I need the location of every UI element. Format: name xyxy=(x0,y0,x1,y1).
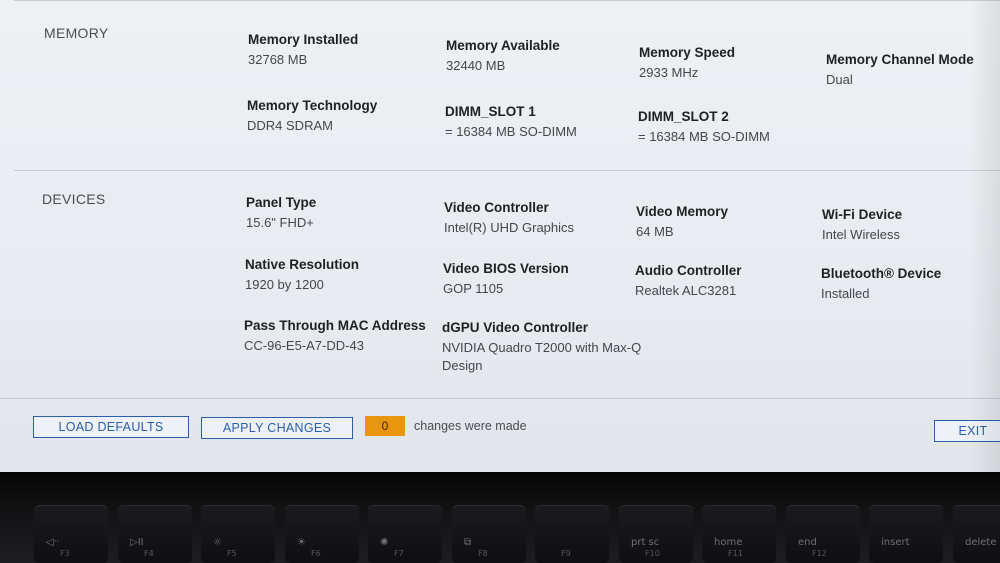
keyboard-key: ▷II F4 xyxy=(118,505,192,563)
keyboard-key: ✺ F7 xyxy=(368,505,442,563)
apply-changes-button[interactable]: APPLY CHANGES xyxy=(201,417,353,439)
bluetooth-device: Bluetooth® Device Installed xyxy=(821,266,1000,303)
keyboard-key: ☀ F6 xyxy=(285,505,359,563)
mute-icon: ◁ᐧᐧ xyxy=(46,537,59,548)
bios-screen: MEMORY Memory Installed 32768 MB Memory … xyxy=(0,0,1000,472)
video-bios-version-label: Video BIOS Version xyxy=(443,261,569,276)
video-controller-label: Video Controller xyxy=(444,200,549,215)
fn-key-label: F6 xyxy=(311,549,321,558)
dimm-slot-2-value: = 16384 MB SO-DIMM xyxy=(638,129,770,144)
keyboard-key: insert xyxy=(869,505,943,563)
memory-available-value: 32440 MB xyxy=(446,58,506,73)
devices-section-label: DEVICES xyxy=(42,191,106,207)
dgpu-video-controller: dGPU Video Controller NVIDIA Quadro T200… xyxy=(442,320,642,375)
memory-technology: Memory Technology DDR4 SDRAM xyxy=(247,98,447,135)
keyboard-key: delete xyxy=(953,505,1000,563)
panel-type-label: Panel Type xyxy=(246,195,317,210)
native-resolution-value: 1920 by 1200 xyxy=(245,277,324,292)
video-memory: Video Memory 64 MB xyxy=(636,204,836,241)
memory-installed-value: 32768 MB xyxy=(248,52,308,67)
display-switch-icon: ⧉ xyxy=(464,537,472,548)
keyboard-key: ⧉ F8 xyxy=(452,505,526,563)
dimm-slot-1-label: DIMM_SLOT 1 xyxy=(445,104,536,119)
end-icon: end xyxy=(798,537,817,548)
section-divider xyxy=(14,170,1000,171)
memory-technology-label: Memory Technology xyxy=(247,98,378,113)
home-icon: home xyxy=(714,537,743,548)
dgpu-video-controller-label: dGPU Video Controller xyxy=(442,320,589,335)
memory-installed-label: Memory Installed xyxy=(248,32,359,47)
memory-speed: Memory Speed 2933 MHz xyxy=(639,45,839,82)
dgpu-video-controller-value: NVIDIA Quadro T2000 with Max-Q Design xyxy=(442,340,642,373)
memory-technology-value: DDR4 SDRAM xyxy=(247,118,333,133)
keyboard-key: end F12 xyxy=(786,505,860,563)
fn-key-label: F5 xyxy=(227,549,237,558)
top-divider xyxy=(14,0,1000,1)
panel-type-value: 15.6" FHD+ xyxy=(246,215,314,230)
memory-available: Memory Available 32440 MB xyxy=(446,38,646,75)
exit-button[interactable]: EXIT xyxy=(934,420,1000,442)
brightness-down-icon: ☼ xyxy=(213,537,222,548)
mac-address-label: Pass Through MAC Address xyxy=(244,318,426,333)
memory-channel-mode: Memory Channel Mode Dual xyxy=(826,52,1000,89)
brightness-up-icon: ✺ xyxy=(380,537,389,548)
dimm-slot-1-value: = 16384 MB SO-DIMM xyxy=(445,124,577,139)
video-memory-value: 64 MB xyxy=(636,224,674,239)
load-defaults-button[interactable]: LOAD DEFAULTS xyxy=(33,416,189,438)
fn-key-label: F8 xyxy=(478,549,488,558)
video-bios-version: Video BIOS Version GOP 1105 xyxy=(443,261,643,298)
fn-key-label: F9 xyxy=(561,549,571,558)
panel-type: Panel Type 15.6" FHD+ xyxy=(246,195,446,232)
memory-speed-value: 2933 MHz xyxy=(639,65,699,80)
dimm-slot-1: DIMM_SLOT 1 = 16384 MB SO-DIMM xyxy=(445,104,645,141)
wifi-device-label: Wi-Fi Device xyxy=(822,207,903,222)
video-bios-version-value: GOP 1105 xyxy=(443,281,504,296)
audio-controller-value: Realtek ALC3281 xyxy=(635,283,737,298)
audio-controller-label: Audio Controller xyxy=(635,263,742,278)
video-controller: Video Controller Intel(R) UHD Graphics xyxy=(444,200,644,237)
fn-key-label: F10 xyxy=(645,549,660,558)
fn-key-label: F11 xyxy=(728,549,743,558)
memory-speed-label: Memory Speed xyxy=(639,45,736,60)
native-resolution-label: Native Resolution xyxy=(245,257,360,272)
memory-available-label: Memory Available xyxy=(446,38,560,53)
keyboard-key: ☼ F5 xyxy=(201,505,275,563)
memory-channel-mode-value: Dual xyxy=(826,72,853,87)
changes-count-badge: 0 xyxy=(365,416,405,436)
audio-controller: Audio Controller Realtek ALC3281 xyxy=(635,263,835,300)
delete-icon: delete xyxy=(965,537,997,548)
keyboard-key: F9 xyxy=(535,505,609,563)
bluetooth-device-label: Bluetooth® Device xyxy=(821,266,942,281)
play-pause-icon: ▷II xyxy=(130,537,144,548)
dimm-slot-2: DIMM_SLOT 2 = 16384 MB SO-DIMM xyxy=(638,109,838,146)
video-memory-label: Video Memory xyxy=(636,204,729,219)
fn-key-label: F7 xyxy=(394,549,404,558)
dimm-slot-2-label: DIMM_SLOT 2 xyxy=(638,109,729,124)
print-screen-icon: prt sc xyxy=(631,537,660,548)
keyboard-key: home F11 xyxy=(702,505,776,563)
mac-address: Pass Through MAC Address CC-96-E5-A7-DD-… xyxy=(244,318,444,355)
wifi-device: Wi-Fi Device Intel Wireless xyxy=(822,207,1000,244)
keyboard-key: ◁ᐧᐧ F3 xyxy=(34,505,108,563)
memory-channel-mode-label: Memory Channel Mode xyxy=(826,52,974,67)
memory-section-label: MEMORY xyxy=(44,25,109,41)
wifi-device-value: Intel Wireless xyxy=(822,227,901,242)
bluetooth-device-value: Installed xyxy=(821,286,870,301)
changes-status-text: changes were made xyxy=(414,419,527,433)
native-resolution: Native Resolution 1920 by 1200 xyxy=(245,257,445,294)
keyboard-key: prt sc F10 xyxy=(619,505,693,563)
video-controller-value: Intel(R) UHD Graphics xyxy=(444,220,575,235)
footer-divider xyxy=(0,398,1000,399)
fn-key-label: F4 xyxy=(144,549,154,558)
memory-installed: Memory Installed 32768 MB xyxy=(248,32,448,69)
brightness-low-icon: ☀ xyxy=(297,537,306,548)
fn-key-label: F3 xyxy=(60,549,70,558)
mac-address-value: CC-96-E5-A7-DD-43 xyxy=(244,338,364,353)
fn-key-label: F12 xyxy=(812,549,827,558)
insert-icon: insert xyxy=(881,537,910,548)
